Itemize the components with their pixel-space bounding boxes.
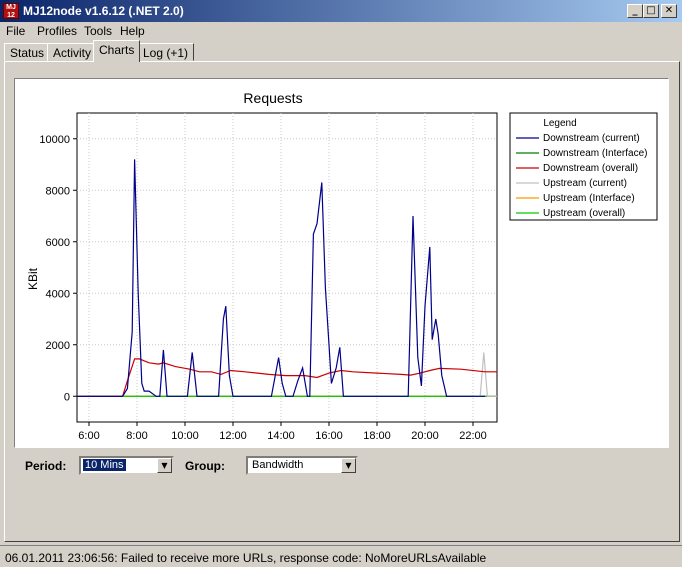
y-axis-label: KBit	[26, 267, 40, 290]
x-tick-label: 6:00	[78, 430, 99, 442]
y-tick-label: 10000	[39, 134, 70, 146]
window-title: MJ12node v1.6.12 (.NET 2.0)	[23, 4, 184, 18]
legend: Legend Downstream (current) Downstream (I…	[509, 112, 658, 221]
tab-charts[interactable]: Charts	[93, 40, 141, 62]
x-tick-label: 12:00	[219, 430, 247, 442]
period-dropdown[interactable]: 10 Mins ▼	[79, 456, 174, 475]
group-value: Bandwidth	[252, 459, 304, 471]
y-tick-label: 4000	[46, 288, 70, 300]
legend-title: Legend	[543, 118, 576, 129]
group-dropdown[interactable]: Bandwidth ▼	[246, 456, 358, 475]
y-tick-label: 2000	[46, 340, 70, 352]
x-tick-label: 22:00	[459, 430, 487, 442]
tab-log[interactable]: Log (+1)	[137, 43, 195, 61]
period-label: Period:	[25, 459, 67, 473]
x-tick-label: 8:00	[126, 430, 147, 442]
close-button[interactable]: ✕	[661, 4, 677, 18]
menu-bar: File Profiles Tools Help	[0, 22, 682, 40]
chevron-down-icon[interactable]: ▼	[157, 458, 172, 473]
tab-status[interactable]: Status	[4, 43, 51, 61]
x-tick-label: 18:00	[363, 430, 391, 442]
legend-entry: Upstream (current)	[543, 178, 627, 189]
group-label: Group:	[185, 459, 225, 473]
requests-chart: Requests KBit 6:00 8:00 10:00 12:00 14:00 16:…	[26, 90, 658, 442]
app-icon: MJ 12	[3, 3, 19, 19]
maximize-button[interactable]: □	[643, 4, 659, 18]
legend-entry: Downstream (Interface)	[543, 148, 647, 159]
minimize-button[interactable]: _	[627, 4, 643, 18]
menu-profiles[interactable]: Profiles	[37, 24, 77, 38]
legend-entry: Downstream (current)	[543, 133, 640, 144]
legend-entry: Upstream (Interface)	[543, 193, 635, 204]
status-bar: 06.01.2011 23:06:56: Failed to receive m…	[0, 545, 682, 567]
chevron-down-icon[interactable]: ▼	[341, 458, 356, 473]
y-tick-label: 0	[64, 391, 70, 403]
period-value: 10 Mins	[83, 459, 126, 471]
legend-entry: Downstream (overall)	[543, 163, 638, 174]
x-tick-label: 10:00	[171, 430, 199, 442]
y-tick-label: 6000	[46, 237, 70, 249]
window-title-bar[interactable]: MJ 12 MJ12node v1.6.12 (.NET 2.0) _ □ ✕	[0, 0, 682, 22]
y-tick-label: 8000	[46, 185, 70, 197]
legend-entry: Upstream (overall)	[543, 208, 625, 219]
chart-title: Requests	[243, 90, 302, 106]
status-message: 06.01.2011 23:06:56: Failed to receive m…	[5, 551, 487, 565]
tab-strip: Status Activity Charts Log (+1)	[0, 40, 682, 62]
x-tick-label: 20:00	[411, 430, 439, 442]
menu-help[interactable]: Help	[120, 24, 145, 38]
x-tick-label: 14:00	[267, 430, 295, 442]
menu-file[interactable]: File	[6, 24, 25, 38]
chart-container: Requests KBit 6:00 8:00 10:00 12:00 14:00 16:…	[14, 78, 669, 448]
x-tick-label: 16:00	[315, 430, 343, 442]
tab-activity[interactable]: Activity	[47, 43, 98, 61]
menu-tools[interactable]: Tools	[84, 24, 112, 38]
